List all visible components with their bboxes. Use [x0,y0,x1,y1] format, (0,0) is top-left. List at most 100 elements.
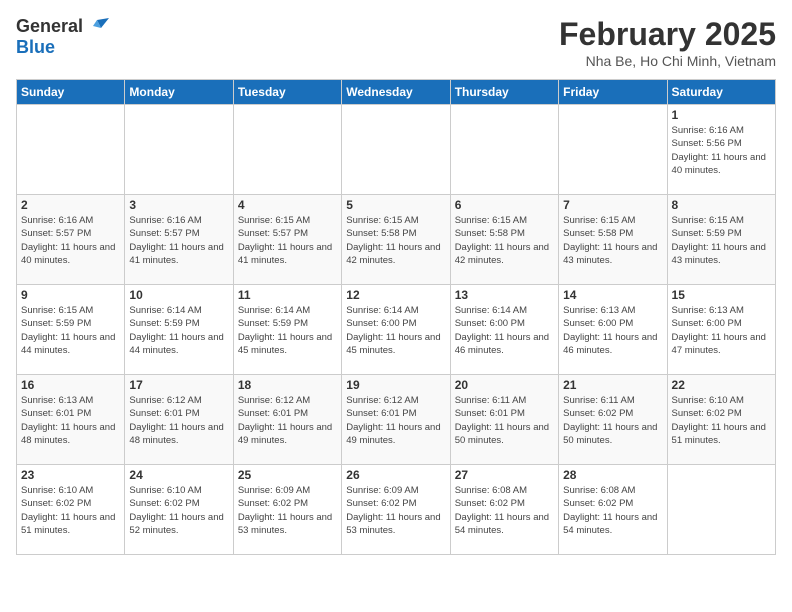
calendar-cell: 10 Sunrise: 6:14 AM Sunset: 5:59 PM Dayli… [125,285,233,375]
weekday-row: SundayMondayTuesdayWednesdayThursdayFrid… [17,80,776,105]
day-number: 6 [455,198,554,212]
day-number: 20 [455,378,554,392]
day-info: Sunrise: 6:16 AM Sunset: 5:57 PM Dayligh… [21,214,120,267]
weekday-header-sunday: Sunday [17,80,125,105]
day-number: 28 [563,468,662,482]
day-number: 24 [129,468,228,482]
day-info: Sunrise: 6:11 AM Sunset: 6:01 PM Dayligh… [455,394,554,447]
week-row-0: 1Sunrise: 6:16 AM Sunset: 5:56 PM Daylig… [17,105,776,195]
day-info: Sunrise: 6:16 AM Sunset: 5:56 PM Dayligh… [672,124,771,177]
logo: General Blue [16,16,109,58]
day-info: Sunrise: 6:09 AM Sunset: 6:02 PM Dayligh… [346,484,445,537]
calendar-cell [450,105,558,195]
week-row-2: 9 Sunrise: 6:15 AM Sunset: 5:59 PM Daylig… [17,285,776,375]
day-info: Sunrise: 6:15 AM Sunset: 5:58 PM Dayligh… [563,214,662,267]
day-info: Sunrise: 6:15 AM Sunset: 5:58 PM Dayligh… [455,214,554,267]
week-row-1: 2 Sunrise: 6:16 AM Sunset: 5:57 PM Daylig… [17,195,776,285]
day-number: 9 [21,288,120,302]
weekday-header-thursday: Thursday [450,80,558,105]
day-info: Sunrise: 6:15 AM Sunset: 5:58 PM Dayligh… [346,214,445,267]
calendar-cell: 15 Sunrise: 6:13 AM Sunset: 6:00 PM Dayli… [667,285,775,375]
day-info: Sunrise: 6:09 AM Sunset: 6:02 PM Dayligh… [238,484,337,537]
day-info: Sunrise: 6:10 AM Sunset: 6:02 PM Dayligh… [129,484,228,537]
calendar-cell [233,105,341,195]
day-info: Sunrise: 6:11 AM Sunset: 6:02 PM Dayligh… [563,394,662,447]
day-number: 13 [455,288,554,302]
week-row-3: 16Sunrise: 6:13 AM Sunset: 6:01 PM Dayli… [17,375,776,465]
day-number: 18 [238,378,337,392]
calendar-cell: 19 Sunrise: 6:12 AM Sunset: 6:01 PM Dayli… [342,375,450,465]
title-area: February 2025 Nha Be, Ho Chi Minh, Vietn… [559,16,776,69]
day-info: Sunrise: 6:14 AM Sunset: 6:00 PM Dayligh… [346,304,445,357]
calendar-cell: 16Sunrise: 6:13 AM Sunset: 6:01 PM Dayli… [17,375,125,465]
calendar-cell [667,465,775,555]
header: General Blue February 2025 Nha Be, Ho Ch… [16,16,776,69]
calendar-cell: 2 Sunrise: 6:16 AM Sunset: 5:57 PM Daylig… [17,195,125,285]
day-number: 12 [346,288,445,302]
day-info: Sunrise: 6:12 AM Sunset: 6:01 PM Dayligh… [238,394,337,447]
calendar-table: SundayMondayTuesdayWednesdayThursdayFrid… [16,79,776,555]
day-info: Sunrise: 6:15 AM Sunset: 5:59 PM Dayligh… [672,214,771,267]
day-info: Sunrise: 6:14 AM Sunset: 6:00 PM Dayligh… [455,304,554,357]
calendar-cell: 28Sunrise: 6:08 AM Sunset: 6:02 PM Dayli… [559,465,667,555]
day-number: 22 [672,378,771,392]
calendar-subtitle: Nha Be, Ho Chi Minh, Vietnam [559,53,776,69]
day-info: Sunrise: 6:13 AM Sunset: 6:00 PM Dayligh… [672,304,771,357]
day-info: Sunrise: 6:13 AM Sunset: 6:00 PM Dayligh… [563,304,662,357]
calendar-cell: 14 Sunrise: 6:13 AM Sunset: 6:00 PM Dayli… [559,285,667,375]
day-info: Sunrise: 6:16 AM Sunset: 5:57 PM Dayligh… [129,214,228,267]
day-number: 11 [238,288,337,302]
calendar-cell: 23 Sunrise: 6:10 AM Sunset: 6:02 PM Dayli… [17,465,125,555]
calendar-cell: 18 Sunrise: 6:12 AM Sunset: 6:01 PM Dayli… [233,375,341,465]
day-number: 2 [21,198,120,212]
day-number: 4 [238,198,337,212]
calendar-cell: 4Sunrise: 6:15 AM Sunset: 5:57 PM Daylig… [233,195,341,285]
day-number: 21 [563,378,662,392]
calendar-cell [559,105,667,195]
day-info: Sunrise: 6:14 AM Sunset: 5:59 PM Dayligh… [129,304,228,357]
calendar-cell: 12 Sunrise: 6:14 AM Sunset: 6:00 PM Dayli… [342,285,450,375]
day-number: 26 [346,468,445,482]
logo-general-text: General [16,16,83,37]
day-number: 10 [129,288,228,302]
day-number: 15 [672,288,771,302]
day-number: 17 [129,378,228,392]
calendar-cell: 22 Sunrise: 6:10 AM Sunset: 6:02 PM Dayli… [667,375,775,465]
calendar-cell: 21 Sunrise: 6:11 AM Sunset: 6:02 PM Dayli… [559,375,667,465]
logo-bird-icon [87,18,109,36]
logo-blue-text: Blue [16,37,55,57]
day-info: Sunrise: 6:10 AM Sunset: 6:02 PM Dayligh… [672,394,771,447]
calendar-cell: 11 Sunrise: 6:14 AM Sunset: 5:59 PM Dayli… [233,285,341,375]
calendar-cell: 26 Sunrise: 6:09 AM Sunset: 6:02 PM Dayli… [342,465,450,555]
weekday-header-wednesday: Wednesday [342,80,450,105]
day-info: Sunrise: 6:12 AM Sunset: 6:01 PM Dayligh… [346,394,445,447]
day-number: 5 [346,198,445,212]
day-info: Sunrise: 6:12 AM Sunset: 6:01 PM Dayligh… [129,394,228,447]
weekday-header-monday: Monday [125,80,233,105]
calendar-title: February 2025 [559,16,776,53]
day-info: Sunrise: 6:14 AM Sunset: 5:59 PM Dayligh… [238,304,337,357]
day-info: Sunrise: 6:10 AM Sunset: 6:02 PM Dayligh… [21,484,120,537]
calendar-cell: 9 Sunrise: 6:15 AM Sunset: 5:59 PM Daylig… [17,285,125,375]
calendar-cell: 13 Sunrise: 6:14 AM Sunset: 6:00 PM Dayli… [450,285,558,375]
calendar-cell: 3Sunrise: 6:16 AM Sunset: 5:57 PM Daylig… [125,195,233,285]
calendar-cell: 25 Sunrise: 6:09 AM Sunset: 6:02 PM Dayli… [233,465,341,555]
weekday-header-saturday: Saturday [667,80,775,105]
calendar-cell: 20 Sunrise: 6:11 AM Sunset: 6:01 PM Dayli… [450,375,558,465]
day-number: 23 [21,468,120,482]
calendar-cell: 5 Sunrise: 6:15 AM Sunset: 5:58 PM Daylig… [342,195,450,285]
day-info: Sunrise: 6:15 AM Sunset: 5:59 PM Dayligh… [21,304,120,357]
calendar-cell [17,105,125,195]
weekday-header-friday: Friday [559,80,667,105]
day-number: 25 [238,468,337,482]
day-number: 27 [455,468,554,482]
day-info: Sunrise: 6:08 AM Sunset: 6:02 PM Dayligh… [455,484,554,537]
day-number: 16 [21,378,120,392]
day-number: 14 [563,288,662,302]
calendar-cell: 27 Sunrise: 6:08 AM Sunset: 6:02 PM Dayli… [450,465,558,555]
week-row-4: 23 Sunrise: 6:10 AM Sunset: 6:02 PM Dayli… [17,465,776,555]
calendar-cell: 8Sunrise: 6:15 AM Sunset: 5:59 PM Daylig… [667,195,775,285]
calendar-cell: 24 Sunrise: 6:10 AM Sunset: 6:02 PM Dayli… [125,465,233,555]
day-number: 19 [346,378,445,392]
calendar-body: 1Sunrise: 6:16 AM Sunset: 5:56 PM Daylig… [17,105,776,555]
